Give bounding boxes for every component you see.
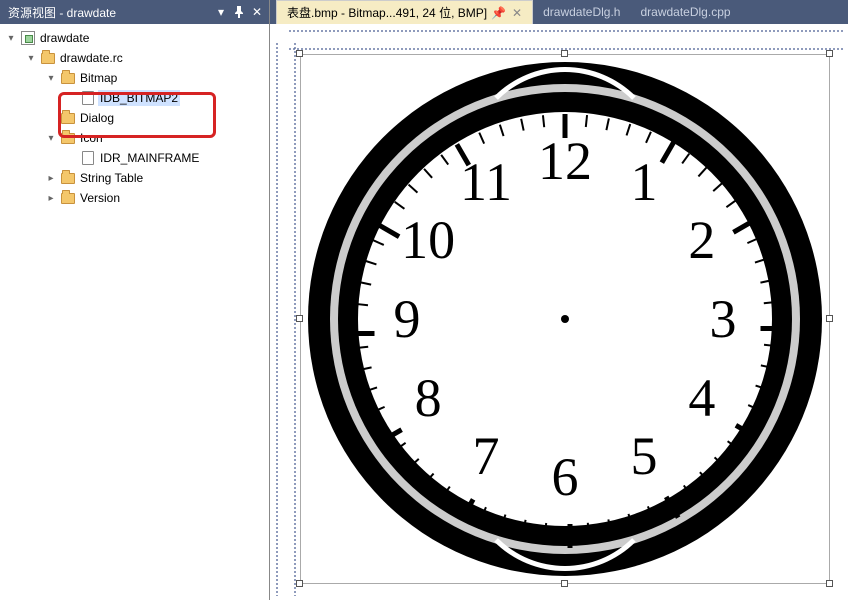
tree-label: IDR_MAINFRAME (98, 150, 201, 166)
tree-label: IDB_BITMAP2 (98, 90, 180, 106)
tree-item[interactable]: ▾ drawdate (0, 28, 269, 48)
panel-title: 资源视图 - drawdate (8, 4, 211, 21)
tree-label: Bitmap (78, 70, 119, 86)
expand-icon[interactable]: ▸ (44, 191, 58, 205)
ruler-top (288, 28, 844, 32)
resize-handle[interactable] (296, 315, 303, 322)
close-icon[interactable]: ✕ (512, 6, 522, 20)
expand-icon[interactable]: ▾ (4, 31, 18, 45)
clock-numeral: 11 (460, 151, 512, 213)
resource-icon (20, 30, 36, 46)
tree-label: drawdate (38, 30, 91, 46)
tab[interactable]: drawdateDlg.cpp (630, 0, 740, 24)
clock-image: 12 12 3 45678 9 1011 (300, 54, 830, 584)
resize-handle[interactable] (826, 580, 833, 587)
clock-numeral: 2 (688, 209, 715, 271)
tab[interactable]: drawdateDlg.h (533, 0, 630, 24)
tick-mark (351, 331, 375, 336)
close-icon[interactable]: ✕ (249, 4, 265, 20)
clock-numeral: 3 (710, 288, 737, 350)
clock-numeral: 10 (401, 209, 455, 271)
tick-mark (568, 524, 573, 548)
tree-item[interactable]: ▸ Version (0, 188, 269, 208)
tree-item[interactable]: ▸ String Table (0, 168, 269, 188)
expand-icon[interactable] (44, 111, 58, 125)
tree-label: Dialog (78, 110, 116, 126)
document-icon (80, 90, 96, 106)
panel-menu-icon[interactable]: ▾ (213, 4, 229, 20)
pin-icon[interactable] (231, 4, 247, 20)
tree-label: Version (78, 190, 122, 206)
document-icon (80, 150, 96, 166)
folder-icon (60, 170, 76, 186)
tree-item[interactable]: ▾ Bitmap (0, 68, 269, 88)
tree-label: drawdate.rc (58, 50, 125, 66)
resize-handle[interactable] (826, 50, 833, 57)
expand-icon[interactable]: ▾ (44, 131, 58, 145)
expand-icon[interactable]: ▾ (24, 51, 38, 65)
tree-item[interactable]: IDB_BITMAP2 (0, 88, 269, 108)
resize-handle[interactable] (561, 50, 568, 57)
tree-item[interactable]: IDR_MAINFRAME (0, 148, 269, 168)
resize-handle[interactable] (826, 315, 833, 322)
folder-icon (60, 130, 76, 146)
tab-label: drawdateDlg.h (543, 5, 620, 19)
tree-item[interactable]: ▾ drawdate.rc (0, 48, 269, 68)
expand-icon[interactable]: ▸ (44, 171, 58, 185)
pin-icon[interactable]: 📌 (491, 6, 506, 20)
clock-numeral: 6 (552, 446, 579, 508)
tree-item[interactable]: ▾ Icon (0, 128, 269, 148)
bitmap-editor: 12 12 3 45678 9 1011 (270, 24, 848, 600)
clock-numeral: 4 (688, 367, 715, 429)
expand-icon[interactable]: ▾ (44, 71, 58, 85)
resize-handle[interactable] (296, 580, 303, 587)
ruler-left (274, 42, 278, 596)
tab-label: 表盘.bmp - Bitmap...491, 24 位, BMP] (287, 4, 487, 21)
resource-view-panel: 资源视图 - drawdate ▾ ✕ ▾drawdate▾drawdate.r… (0, 0, 270, 600)
resource-tree: ▾drawdate▾drawdate.rc▾BitmapIDB_BITMAP2D… (0, 24, 269, 600)
clock-numeral: 5 (631, 425, 658, 487)
tree-label: Icon (78, 130, 105, 146)
clock-numeral: 1 (631, 151, 658, 213)
tree-item[interactable]: Dialog (0, 108, 269, 128)
expand-icon[interactable] (64, 91, 78, 105)
clock-numeral: 12 (538, 130, 592, 192)
clock-numeral: 7 (473, 425, 500, 487)
folder-icon (60, 110, 76, 126)
tab-bar: 表盘.bmp - Bitmap...491, 24 位, BMP] 📌 ✕ drawd… (270, 0, 848, 24)
tab[interactable]: 表盘.bmp - Bitmap...491, 24 位, BMP] 📌 ✕ (276, 0, 533, 24)
folder-icon (40, 50, 56, 66)
folder-icon (60, 190, 76, 206)
tree-label: String Table (78, 170, 145, 186)
resize-handle[interactable] (296, 50, 303, 57)
expand-icon[interactable] (64, 151, 78, 165)
clock-numeral: 9 (394, 288, 421, 350)
tab-label: drawdateDlg.cpp (640, 5, 730, 19)
clock-numeral: 8 (415, 367, 442, 429)
folder-icon (60, 70, 76, 86)
panel-header: 资源视图 - drawdate ▾ ✕ (0, 0, 269, 24)
tick-mark (761, 326, 785, 331)
resize-handle[interactable] (561, 580, 568, 587)
